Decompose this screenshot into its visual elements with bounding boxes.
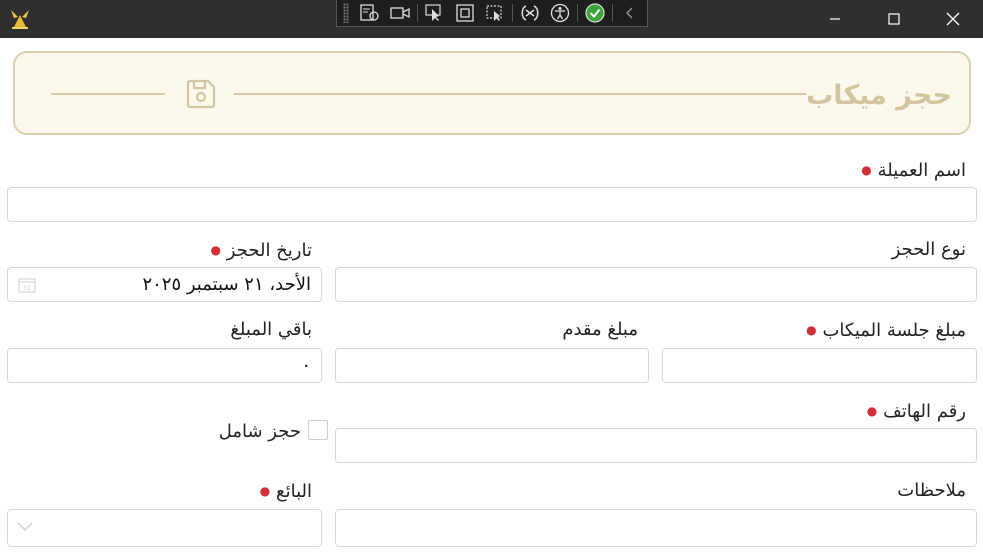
binding-failures-icon[interactable] — [515, 0, 545, 27]
phone-field[interactable] — [335, 428, 977, 463]
minimize-button[interactable] — [807, 0, 863, 38]
close-icon — [946, 12, 960, 26]
session-amount-label-text: مبلغ جلسة الميكاب — [822, 320, 966, 341]
required-indicator: ● — [866, 404, 882, 418]
down-payment-field[interactable] — [335, 348, 649, 383]
session-amount-label: مبلغ جلسة الميكاب ● — [806, 318, 966, 343]
seller-label-text: البائع — [276, 481, 312, 502]
xaml-devtools-toolbar — [336, 0, 648, 27]
required-indicator: ● — [210, 243, 225, 257]
header-card: حجز ميكاب — [13, 51, 971, 135]
required-indicator: ● — [259, 484, 274, 498]
booking-type-label: نوع الحجز — [891, 239, 966, 260]
down-payment-label: مبلغ مقدم — [562, 319, 638, 340]
seller-label: البائع ● — [260, 479, 312, 504]
track-focus-icon[interactable] — [480, 0, 510, 27]
toolbar-separator — [417, 4, 418, 22]
phone-label: رقم الهاتف ● — [867, 399, 966, 424]
accessibility-icon[interactable] — [545, 0, 575, 27]
header-divider — [234, 93, 806, 95]
live-visual-tree-icon[interactable] — [355, 0, 385, 27]
full-booking-label[interactable]: حجز شامل — [219, 420, 301, 444]
header-divider — [51, 93, 165, 95]
display-layout-adorners-icon[interactable] — [450, 0, 480, 27]
toolbar-separator — [612, 4, 613, 22]
close-button[interactable] — [925, 0, 981, 38]
customer-name-label: اسم العميلة ● — [861, 158, 966, 183]
booking-date-label-text: تاريخ الحجز — [226, 240, 312, 261]
app-logo-icon — [11, 10, 29, 29]
save-icon[interactable] — [184, 77, 218, 111]
video-camera-icon[interactable] — [385, 0, 415, 27]
minimize-icon — [830, 18, 840, 20]
calendar-icon[interactable]: 31 — [18, 277, 36, 293]
maximize-button[interactable] — [866, 0, 922, 38]
accessibility-checker-icon[interactable] — [580, 0, 610, 27]
collapse-icon[interactable] — [615, 0, 645, 27]
chevron-down-icon[interactable] — [15, 519, 35, 533]
page-title: حجز ميكاب — [806, 80, 952, 111]
toolbar-grip[interactable] — [343, 3, 349, 23]
booking-type-field[interactable] — [335, 267, 977, 302]
remaining-amount-label: باقي المبلغ — [230, 319, 312, 340]
svg-text:31: 31 — [23, 285, 31, 292]
phone-label-text: رقم الهاتف — [883, 401, 966, 422]
select-element-icon[interactable] — [420, 0, 450, 27]
remaining-amount-field[interactable]: ٠ — [7, 348, 322, 383]
session-amount-field[interactable] — [662, 348, 977, 383]
booking-date-picker[interactable]: الأحد، ٢١ سبتمبر ٢٠٢٥ 31 — [7, 267, 322, 302]
toolbar-separator — [512, 4, 513, 22]
required-indicator: ● — [861, 163, 876, 177]
toolbar-separator — [577, 4, 578, 22]
full-booking-checkbox[interactable] — [308, 420, 328, 440]
customer-name-field[interactable] — [7, 187, 977, 222]
booking-date-value: الأحد، ٢١ سبتمبر ٢٠٢٥ — [142, 274, 311, 295]
notes-label: ملاحظات — [897, 480, 966, 501]
notes-field[interactable] — [335, 509, 977, 547]
seller-dropdown[interactable] — [7, 509, 322, 547]
required-indicator: ● — [806, 323, 821, 337]
maximize-icon — [888, 13, 900, 25]
customer-name-label-text: اسم العميلة — [877, 160, 966, 181]
title-bar — [0, 0, 983, 38]
booking-date-label: تاريخ الحجز ● — [211, 238, 313, 263]
